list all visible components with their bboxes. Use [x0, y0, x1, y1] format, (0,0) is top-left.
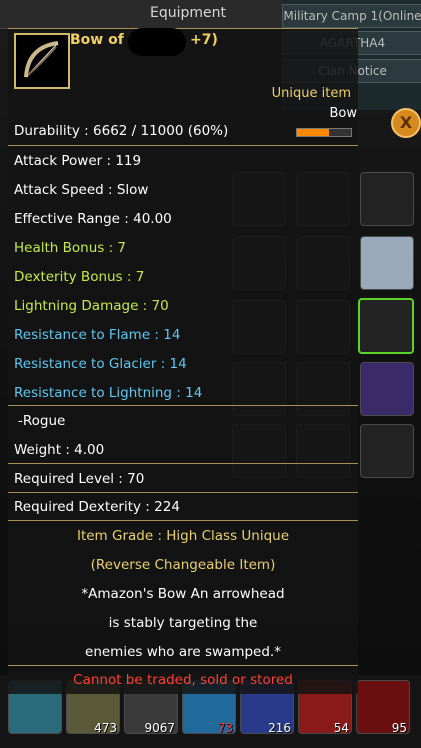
required-dexterity: Required Dexterity : 224	[14, 499, 180, 515]
item-name-suffix: +7)	[190, 32, 218, 48]
stat-line: Effective Range : 40.00	[14, 211, 172, 227]
weight-text: Weight : 4.00	[14, 442, 105, 458]
stat-line: Resistance to Glacier : 14	[14, 356, 187, 372]
item-name-prefix: Bow of	[70, 32, 124, 48]
description-line: enemies who are swamped.*	[85, 644, 281, 660]
stat-line: Resistance to Lightning : 14	[14, 385, 203, 401]
hotbar-count: 54	[333, 721, 349, 735]
stat-line: Health Bonus : 7	[14, 240, 127, 256]
tooltip-divider	[8, 145, 358, 146]
equip-slot-pauldron[interactable]	[360, 172, 414, 226]
durability-bar	[296, 128, 352, 137]
hotbar-slot-7[interactable]: 95	[356, 680, 410, 735]
unique-label: Unique item	[271, 86, 351, 101]
hotbar-count: 73	[217, 721, 233, 735]
equip-slot-ring-right[interactable]	[360, 362, 414, 416]
tooltip-divider	[8, 520, 358, 521]
stat-line: Attack Power : 119	[14, 153, 142, 169]
stat-line: Lightning Damage : 70	[14, 298, 169, 314]
required-level: Required Level : 70	[14, 471, 145, 487]
class-requirement: -Rogue	[18, 413, 66, 429]
stat-line: Dexterity Bonus : 7	[14, 269, 145, 285]
tooltip-divider	[8, 405, 358, 406]
changeable-note: (Reverse Changeable Item)	[90, 557, 276, 573]
hotbar-count: 9067	[144, 721, 175, 735]
trade-restriction: Cannot be traded, sold or stored	[73, 672, 293, 688]
durability-text: Durability : 6662 / 11000 (60%)	[14, 123, 229, 139]
close-button[interactable]: X	[391, 108, 421, 138]
stat-line: Attack Speed : Slow	[14, 182, 149, 198]
equipment-title: Equipment	[150, 5, 226, 21]
item-type: Bow	[329, 106, 357, 121]
hotbar-count: 473	[94, 721, 117, 735]
bow-icon	[14, 33, 70, 89]
equip-slot-bag[interactable]	[360, 424, 414, 478]
equip-slot-portrait[interactable]	[360, 236, 414, 290]
tooltip-divider	[8, 28, 358, 29]
description-line: *Amazon's Bow An arrowhead	[81, 586, 285, 602]
redacted-name	[128, 28, 186, 56]
equip-slot-bow[interactable]	[358, 298, 414, 354]
military-camp-button[interactable]: Military Camp 1(Online	[282, 4, 421, 28]
tooltip-divider	[8, 665, 358, 666]
description-line: is stably targeting the	[108, 615, 258, 631]
tooltip-divider	[8, 492, 358, 493]
stat-line: Resistance to Flame : 14	[14, 327, 181, 343]
durability-fill	[297, 129, 330, 136]
hotbar-count: 95	[391, 721, 407, 735]
item-grade: Item Grade : High Class Unique	[76, 528, 290, 544]
tooltip-divider	[8, 463, 358, 464]
hotbar-count: 216	[268, 721, 291, 735]
